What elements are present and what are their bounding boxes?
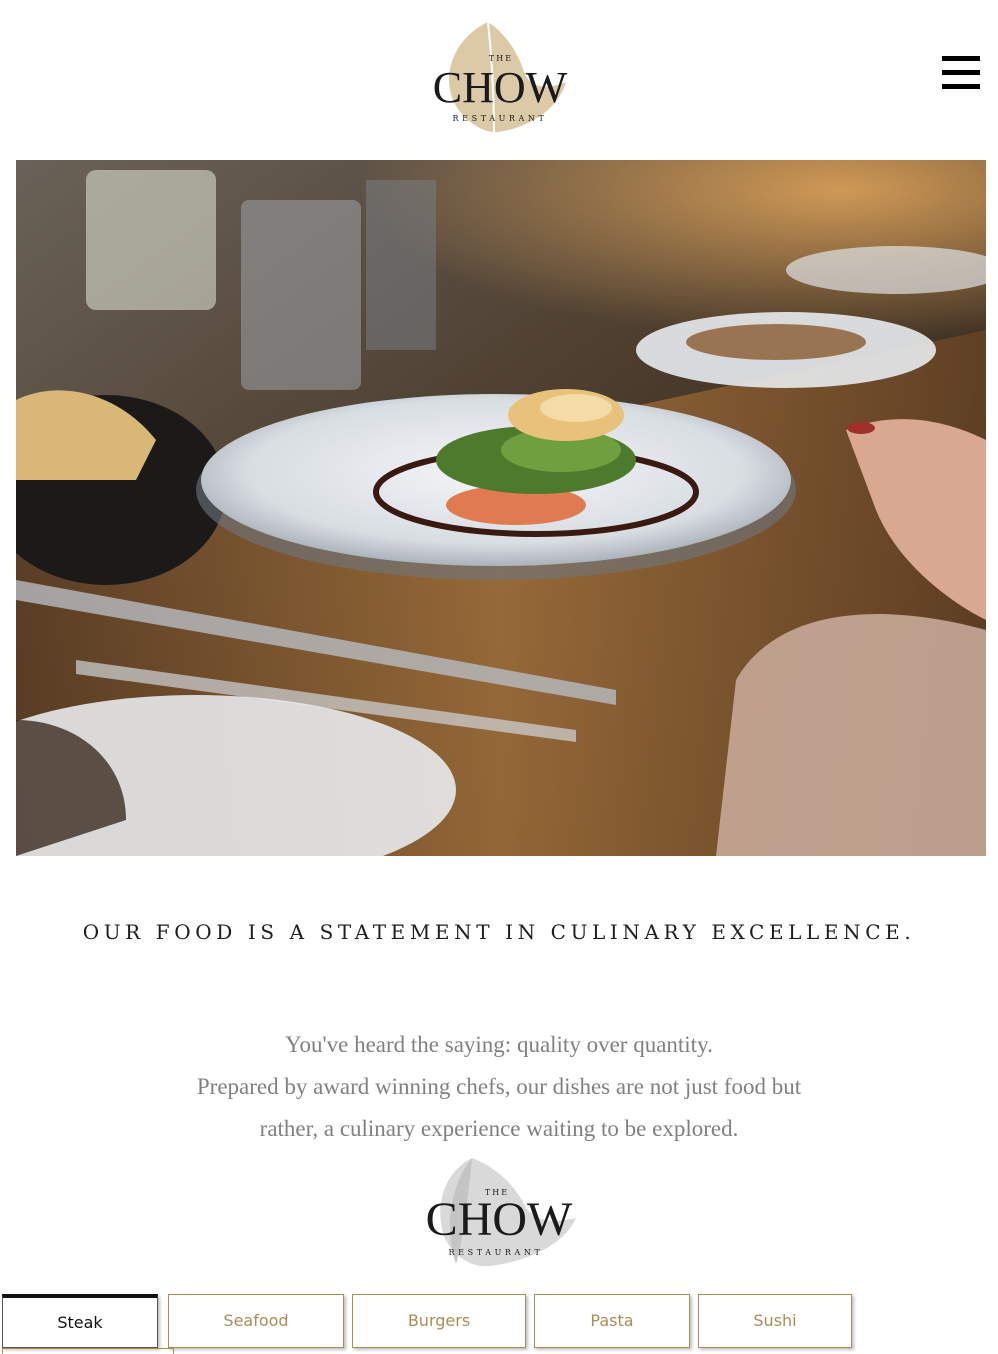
logo-subtitle-text: RESTAURANT bbox=[448, 1248, 544, 1257]
intro-line: Prepared by award winning chefs, our dis… bbox=[196, 1074, 802, 1099]
tab-next-row-edge[interactable] bbox=[2, 1348, 174, 1354]
site-header: THE CHOW RESTAURANT bbox=[0, 0, 998, 160]
menu-logo: THE CHOW RESTAURANT bbox=[414, 1156, 584, 1274]
hamburger-menu-icon[interactable] bbox=[942, 56, 980, 90]
hero-image bbox=[16, 160, 986, 856]
menu-bar bbox=[942, 70, 980, 75]
tab-pasta[interactable]: Pasta bbox=[534, 1294, 690, 1348]
tab-burgers[interactable]: Burgers bbox=[352, 1294, 526, 1348]
site-logo[interactable]: THE CHOW RESTAURANT bbox=[428, 18, 572, 142]
intro-line: rather, a culinary experience waiting to… bbox=[259, 1116, 739, 1141]
logo-name-text: CHOW bbox=[432, 63, 568, 112]
tab-seafood[interactable]: Seafood bbox=[168, 1294, 344, 1348]
menu-bar bbox=[942, 84, 980, 89]
logo-subtitle-text: RESTAURANT bbox=[452, 114, 548, 123]
hero-photo-illustration bbox=[16, 160, 986, 856]
tab-sushi[interactable]: Sushi bbox=[698, 1294, 852, 1348]
logo-name-text: CHOW bbox=[425, 1193, 573, 1246]
intro-paragraph: You've heard the saying: quality over qu… bbox=[100, 1024, 898, 1150]
intro-line: You've heard the saying: quality over qu… bbox=[285, 1032, 713, 1057]
menu-category-tabs: Steak Seafood Burgers Pasta Sushi bbox=[0, 1290, 998, 1354]
tab-steak[interactable]: Steak bbox=[2, 1294, 158, 1348]
menu-bar bbox=[942, 56, 980, 61]
section-heading: OUR FOOD IS A STATEMENT IN CULINARY EXCE… bbox=[82, 920, 916, 944]
